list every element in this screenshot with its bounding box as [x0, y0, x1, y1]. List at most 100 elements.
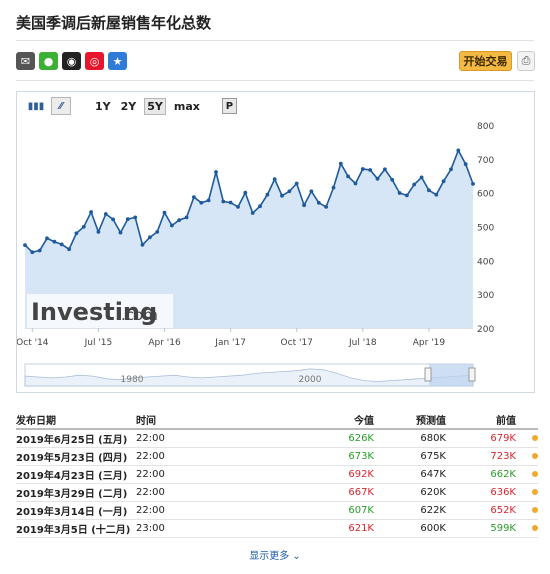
data-point	[118, 230, 123, 235]
data-point	[280, 193, 284, 198]
data-point	[177, 218, 182, 222]
row-previous: 662K	[446, 465, 516, 484]
data-point	[434, 192, 439, 197]
row-date: 2019年4月23日 (三月)	[16, 465, 136, 484]
x-tick-label: Jul '15	[84, 338, 113, 348]
data-point	[294, 181, 299, 186]
area-chart: Investing.com200300400500600700800Oct '1…	[17, 122, 494, 387]
alert-dot-icon	[532, 434, 538, 441]
y-tick-label: 500	[477, 224, 494, 234]
printer-icon[interactable]: ⎙	[517, 51, 535, 71]
row-date: 2019年3月14日 (一月)	[16, 501, 136, 520]
row-forecast: 600K	[374, 519, 446, 538]
row-forecast: 620K	[374, 483, 446, 502]
header-previous: 前值	[446, 410, 516, 430]
data-point	[30, 250, 35, 255]
qq-icon[interactable]: ◉	[62, 52, 81, 70]
data-point	[471, 182, 475, 186]
data-point	[250, 211, 255, 215]
show-more-link[interactable]: 显示更多 ⌄	[0, 547, 550, 562]
title-divider	[16, 40, 534, 41]
row-previous: 599K	[446, 519, 516, 538]
navigator-label: 2000	[299, 375, 322, 385]
data-point	[405, 193, 409, 198]
data-point	[192, 195, 196, 199]
x-tick-label: Apr '19	[413, 338, 446, 348]
row-actual: 621K	[262, 519, 374, 538]
share-bar: ✉ ● ◉ ◎ ★	[16, 52, 127, 70]
data-point	[184, 215, 189, 220]
start-trading-button[interactable]: 开始交易	[459, 51, 512, 71]
table-row: 2019年3月29日 (二月) 22:00 667K 620K 636K	[16, 483, 538, 502]
alert-dot-icon	[532, 452, 538, 459]
y-tick-label: 600	[477, 190, 494, 200]
header-date: 发布日期	[16, 410, 136, 430]
row-actual: 626K	[262, 429, 374, 448]
data-point	[368, 168, 373, 172]
y-tick-label: 700	[477, 156, 494, 166]
row-actual: 692K	[262, 465, 374, 484]
weibo-icon[interactable]: ◎	[85, 52, 104, 70]
table-row: 2019年3月14日 (一月) 22:00 607K 622K 652K	[16, 501, 538, 520]
data-point	[441, 179, 446, 184]
alert-dot-icon	[532, 470, 538, 477]
data-point	[419, 175, 424, 180]
row-previous: 652K	[446, 501, 516, 520]
table-row: 2019年4月23日 (三月) 22:00 692K 647K 662K	[16, 465, 538, 484]
y-tick-label: 200	[477, 325, 494, 335]
data-point	[353, 181, 358, 186]
data-point	[67, 247, 71, 252]
data-point	[111, 217, 115, 222]
row-time: 23:00	[136, 519, 262, 538]
data-point	[449, 167, 453, 172]
table-row: 2019年3月5日 (十二月) 23:00 621K 600K 599K	[16, 519, 538, 538]
data-point	[162, 210, 167, 215]
mail-icon[interactable]: ✉	[16, 52, 35, 70]
data-point	[390, 177, 395, 182]
data-point	[272, 177, 277, 181]
row-actual: 667K	[262, 483, 374, 502]
row-actual: 607K	[262, 501, 374, 520]
row-previous: 636K	[446, 483, 516, 502]
x-tick-label: Apr '16	[148, 338, 181, 348]
watermark-suffix: .com	[121, 306, 158, 324]
history-table: 发布日期 时间 今值 预测值 前值 2019年6月25日 (五月) 22:00 62…	[16, 410, 538, 538]
data-point	[148, 235, 152, 240]
chart-container: ▮▮▮ ⁄⁄ 1Y 2Y 5Y max P Investing .com 200 30…	[16, 91, 535, 393]
navigator-handle-right[interactable]	[468, 367, 476, 382]
y-tick-label: 800	[477, 122, 494, 132]
data-point	[103, 212, 108, 216]
data-point	[89, 210, 93, 214]
data-point	[23, 243, 27, 248]
data-point	[52, 239, 57, 244]
data-point	[45, 236, 49, 241]
data-point	[125, 217, 130, 221]
table-header-row: 发布日期 时间 今值 预测值 前值	[16, 410, 538, 430]
star-icon[interactable]: ★	[108, 52, 127, 70]
data-point	[324, 205, 328, 209]
row-time: 22:00	[136, 483, 262, 502]
data-point	[243, 190, 248, 195]
navigator-handle-left[interactable]	[424, 367, 432, 382]
data-point	[258, 204, 262, 209]
wechat-icon[interactable]: ●	[39, 52, 58, 70]
data-point	[96, 230, 101, 234]
navigator-selection[interactable]	[429, 364, 473, 386]
data-point	[155, 230, 160, 234]
row-forecast: 680K	[374, 429, 446, 448]
data-point	[133, 215, 138, 220]
table-row: 2019年5月23日 (四月) 22:00 673K 675K 723K	[16, 447, 538, 466]
y-tick-label: 400	[477, 257, 494, 267]
header-time: 时间	[136, 410, 262, 430]
data-point	[170, 223, 174, 228]
page-title: 美国季调后新屋销售年化总数	[16, 14, 212, 32]
data-point	[59, 242, 64, 247]
data-point	[360, 167, 365, 171]
row-forecast: 622K	[374, 501, 446, 520]
row-date: 2019年5月23日 (四月)	[16, 447, 136, 466]
data-point	[228, 200, 233, 205]
data-point	[37, 248, 42, 253]
row-forecast: 675K	[374, 447, 446, 466]
row-actual: 673K	[262, 447, 374, 466]
table-row: 2019年6月25日 (五月) 22:00 626K 680K 679K	[16, 429, 538, 448]
